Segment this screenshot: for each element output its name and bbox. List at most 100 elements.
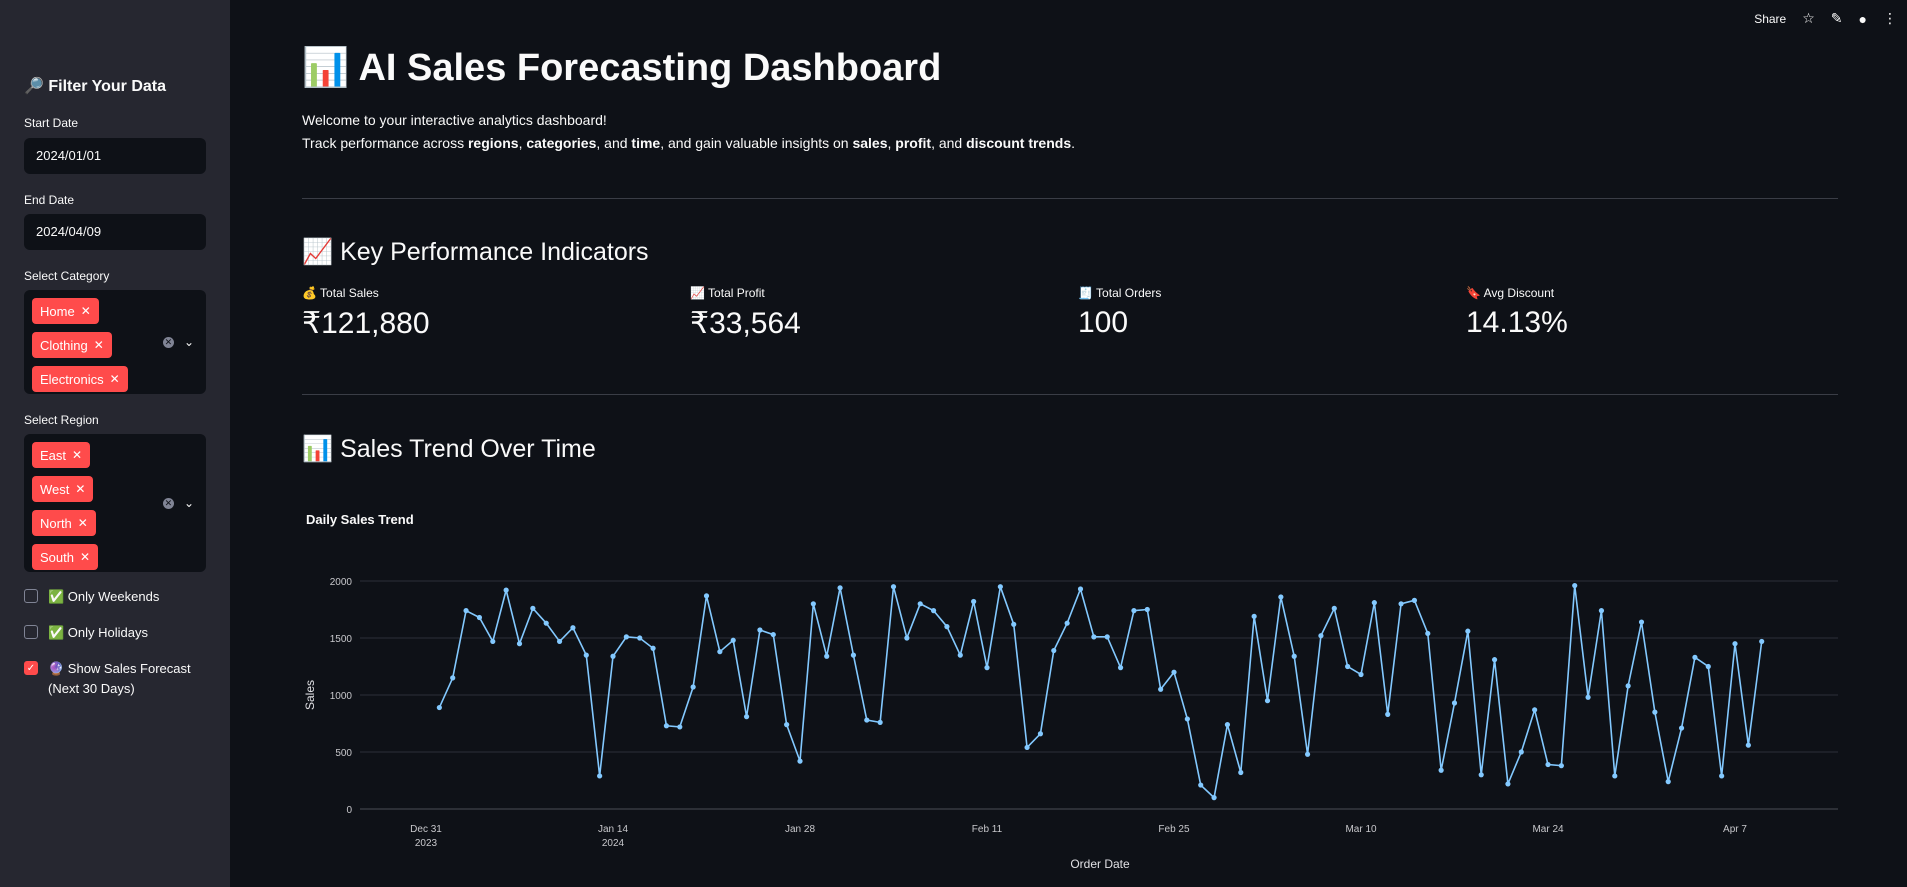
y-tick-label: 1500: [330, 634, 353, 645]
remove-chip-icon[interactable]: ✕: [80, 550, 90, 564]
data-point: [1572, 582, 1578, 589]
data-point: [1625, 683, 1631, 689]
region-chip[interactable]: South ✕: [32, 544, 99, 570]
checkbox-box[interactable]: [24, 625, 38, 639]
data-point: [1037, 731, 1044, 737]
data-point: [1278, 594, 1284, 600]
region-chip[interactable]: North ✕: [32, 510, 96, 536]
clear-all-icon[interactable]: ✕: [162, 336, 174, 348]
kpi-label: 💰 Total Sales: [302, 286, 379, 300]
region-chip[interactable]: East ✕: [32, 442, 91, 468]
data-point: [1291, 653, 1297, 659]
end-date-label: End Date: [24, 193, 75, 207]
data-point: [476, 614, 483, 621]
region-label: Select Region: [24, 413, 99, 427]
data-point: [1652, 709, 1658, 715]
data-point: [543, 620, 549, 626]
data-point: [490, 638, 496, 645]
data-point: [1438, 767, 1444, 773]
github-icon[interactable]: ●: [1859, 11, 1867, 27]
data-point: [1505, 781, 1511, 787]
data-point: [1371, 600, 1377, 606]
x-tick-label: Mar 24: [1532, 824, 1564, 835]
category-chip[interactable]: Home ✕: [32, 298, 99, 324]
x-tick-sublabel: 2024: [602, 838, 625, 849]
data-point: [1491, 657, 1498, 663]
region-multiselect[interactable]: East ✕ West ✕ North ✕ South ✕ ✕ ⌄: [24, 434, 206, 572]
data-point: [583, 652, 589, 658]
top-toolbar: Share ☆ ✎ ● ⋮: [1754, 10, 1897, 27]
data-point: [1251, 613, 1257, 619]
category-chip[interactable]: Electronics ✕: [32, 366, 128, 392]
data-point: [1104, 634, 1110, 640]
remove-chip-icon[interactable]: ✕: [94, 338, 104, 352]
chevron-down-icon[interactable]: ⌄: [184, 496, 194, 510]
category-chip[interactable]: Clothing ✕: [32, 332, 112, 358]
data-point: [1051, 647, 1057, 654]
remove-chip-icon[interactable]: ✕: [81, 304, 91, 318]
data-point: [784, 722, 790, 728]
data-point: [610, 653, 616, 659]
clear-all-icon[interactable]: ✕: [162, 497, 174, 509]
start-date-input[interactable]: 2024/01/01: [24, 138, 206, 174]
category-label: Select Category: [24, 269, 110, 283]
page-title: 📊 AI Sales Forecasting Dashboard: [302, 47, 942, 89]
data-point: [1011, 621, 1017, 627]
data-point: [1638, 619, 1645, 625]
data-point: [1238, 769, 1244, 776]
divider: [302, 394, 1838, 395]
remove-chip-icon[interactable]: ✕: [110, 372, 120, 386]
kpi-avg-discount: 🔖 Avg Discount 14.13%: [1466, 286, 1568, 340]
data-point: [1598, 608, 1605, 614]
checkbox-box-checked[interactable]: ✓: [24, 661, 38, 675]
checkbox-label: ✅ Only Holidays: [48, 625, 148, 640]
data-point: [717, 649, 723, 655]
data-point: [1385, 711, 1391, 717]
checkbox-label: ✅ Only Weekends: [48, 589, 160, 604]
only-weekends-checkbox[interactable]: ✅ Only Weekends: [24, 587, 159, 607]
kpi-label: 🔖 Avg Discount: [1466, 286, 1555, 300]
y-axis-label: Sales: [303, 680, 317, 710]
data-point: [1745, 742, 1751, 748]
data-point: [1171, 669, 1177, 675]
remove-chip-icon[interactable]: ✕: [72, 448, 82, 462]
data-point: [1478, 772, 1484, 778]
data-point: [1331, 605, 1337, 611]
data-point: [1411, 597, 1418, 603]
data-point: [1425, 630, 1431, 637]
region-chip[interactable]: West ✕: [32, 476, 94, 502]
y-tick-label: 1000: [330, 691, 353, 702]
x-tick-label: Jan 28: [785, 824, 815, 835]
data-point: [1545, 761, 1551, 768]
data-point: [1318, 633, 1324, 639]
checkbox-box[interactable]: [24, 589, 38, 603]
end-date-input[interactable]: 2024/04/09: [24, 214, 206, 250]
star-icon[interactable]: ☆: [1802, 10, 1815, 27]
data-point: [1304, 751, 1311, 757]
kpi-label: 📈 Total Profit: [690, 286, 765, 300]
data-point: [1665, 779, 1671, 785]
data-point: [1077, 586, 1084, 592]
data-point: [1678, 725, 1685, 731]
data-point: [1451, 700, 1458, 706]
data-point: [1091, 634, 1097, 640]
chevron-down-icon[interactable]: ⌄: [184, 335, 194, 349]
only-holidays-checkbox[interactable]: ✅ Only Holidays: [24, 623, 148, 643]
edit-pencil-icon[interactable]: ✎: [1831, 10, 1843, 27]
sidebar: 🔎 Filter Your Data Start Date 2024/01/01…: [0, 0, 230, 887]
data-point: [824, 653, 830, 659]
kpi-value: ₹33,564: [690, 307, 801, 340]
sales-trend-chart[interactable]: 0 500 1000 1500 2000 Dec 31 2023 Jan 14 2024 Jan …: [302, 560, 1838, 880]
share-button[interactable]: Share: [1754, 12, 1786, 26]
category-multiselect[interactable]: Home ✕ Clothing ✕ Electronics ✕ ✕ ⌄: [24, 290, 206, 394]
show-forecast-checkbox[interactable]: ✓ 🔮 Show Sales Forecast (Next 30 Days): [24, 659, 198, 699]
data-point: [1719, 773, 1725, 779]
data-point: [1117, 665, 1124, 671]
remove-chip-icon[interactable]: ✕: [75, 482, 85, 496]
more-menu-icon[interactable]: ⋮: [1883, 10, 1897, 27]
data-point: [971, 598, 977, 605]
data-point: [516, 641, 523, 647]
data-point: [957, 652, 963, 658]
data-point: [663, 723, 670, 729]
remove-chip-icon[interactable]: ✕: [78, 516, 88, 530]
